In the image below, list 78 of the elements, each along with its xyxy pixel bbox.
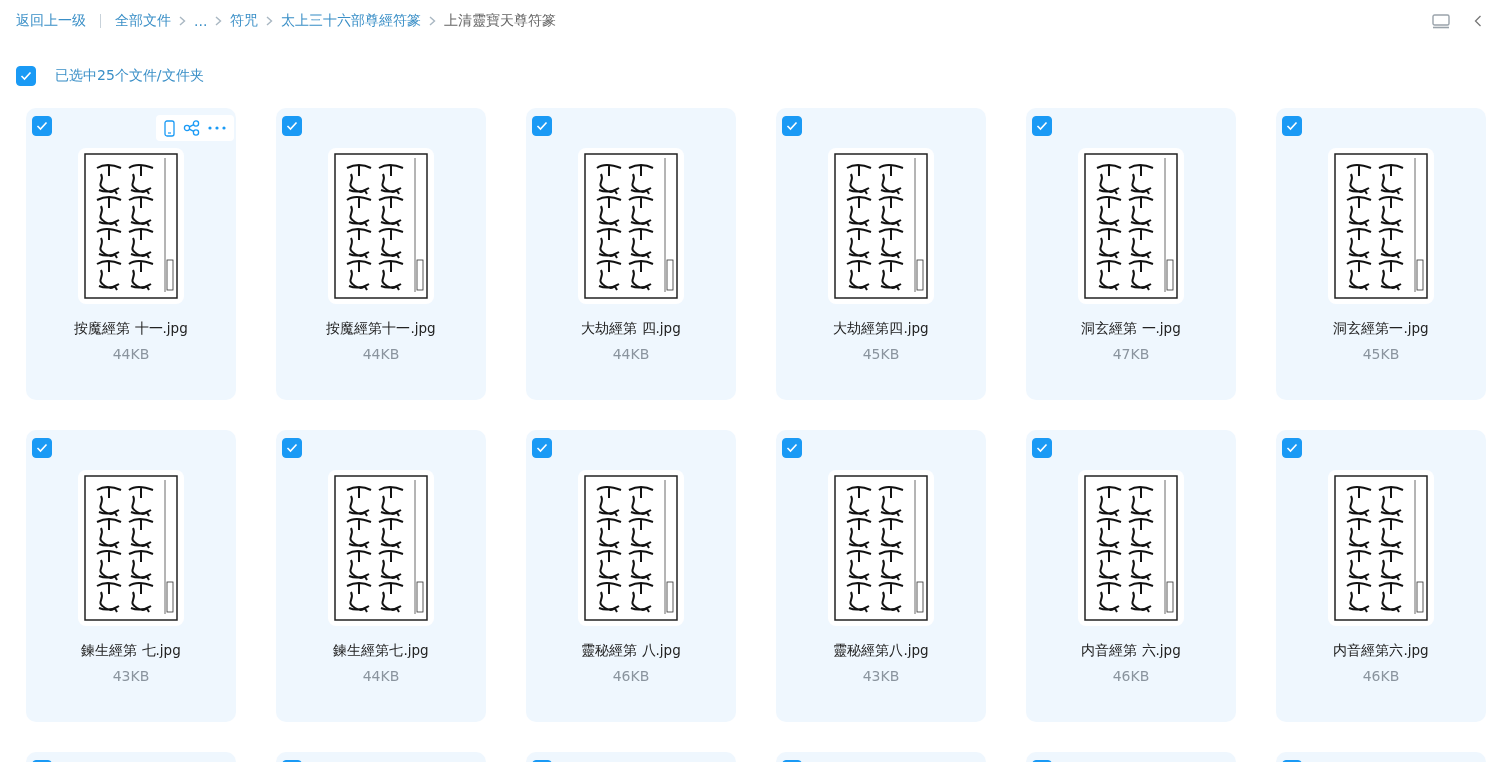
breadcrumb-link[interactable]: 全部文件 bbox=[115, 12, 171, 30]
file-checkbox[interactable] bbox=[1032, 116, 1052, 136]
file-card[interactable]: 按魔經第 十一.jpg 44KB bbox=[26, 108, 236, 400]
file-checkbox[interactable] bbox=[1282, 116, 1302, 136]
check-icon bbox=[536, 443, 548, 453]
phone-icon[interactable] bbox=[164, 119, 175, 137]
check-icon bbox=[20, 71, 32, 81]
file-size: 44KB bbox=[612, 346, 650, 362]
file-card[interactable]: 鍊生經第七.jpg 44KB bbox=[276, 430, 486, 722]
file-name: 内音經第 六.jpg bbox=[1081, 642, 1181, 660]
file-name: 大劫經第 四.jpg bbox=[581, 320, 681, 338]
file-size: 45KB bbox=[1362, 346, 1400, 362]
file-size: 46KB bbox=[612, 668, 650, 684]
file-name: 靈秘經第八.jpg bbox=[833, 642, 929, 660]
more-icon[interactable] bbox=[208, 126, 226, 130]
breadcrumb-link[interactable]: ... bbox=[194, 13, 208, 29]
file-card[interactable]: 按魔經第十一.jpg 44KB bbox=[276, 108, 486, 400]
file-card[interactable]: 大劫經第四.jpg 45KB bbox=[776, 108, 986, 400]
file-checkbox[interactable] bbox=[532, 116, 552, 136]
file-checkbox[interactable] bbox=[32, 438, 52, 458]
file-checkbox[interactable] bbox=[282, 438, 302, 458]
selection-count: 已选中25个文件/文件夹 bbox=[55, 67, 204, 85]
file-checkbox[interactable] bbox=[32, 116, 52, 136]
file-size: 45KB bbox=[862, 346, 900, 362]
monitor-icon[interactable] bbox=[1432, 13, 1450, 29]
check-icon bbox=[1036, 443, 1048, 453]
back-link[interactable]: 返回上一级 bbox=[16, 12, 86, 30]
file-card[interactable]: 靈秘經第八.jpg 43KB bbox=[776, 430, 986, 722]
file-card[interactable]: 内音經第六.jpg 46KB bbox=[1276, 430, 1486, 722]
file-checkbox[interactable] bbox=[1282, 438, 1302, 458]
check-icon bbox=[786, 443, 798, 453]
file-checkbox[interactable] bbox=[282, 116, 302, 136]
check-icon bbox=[536, 121, 548, 131]
breadcrumb-link[interactable]: 符咒 bbox=[230, 12, 259, 30]
check-icon bbox=[786, 121, 798, 131]
file-size: 44KB bbox=[112, 346, 150, 362]
file-size: 43KB bbox=[862, 668, 900, 684]
file-checkbox[interactable] bbox=[782, 116, 802, 136]
chevron-right-icon bbox=[429, 16, 437, 26]
file-name: 按魔經第十一.jpg bbox=[326, 320, 436, 338]
check-icon bbox=[286, 121, 298, 131]
file-checkbox[interactable] bbox=[532, 438, 552, 458]
file-card[interactable]: 洞玄經第 一.jpg 47KB bbox=[1026, 108, 1236, 400]
share-icon[interactable] bbox=[183, 120, 200, 136]
file-name: 靈秘經第 八.jpg bbox=[581, 642, 681, 660]
check-icon bbox=[36, 121, 48, 131]
file-size: 43KB bbox=[112, 668, 150, 684]
file-name: 洞玄經第一.jpg bbox=[1333, 320, 1429, 338]
file-card[interactable]: 内音經第 六.jpg 46KB bbox=[1026, 430, 1236, 722]
check-icon bbox=[1286, 443, 1298, 453]
file-name: 内音經第六.jpg bbox=[1333, 642, 1429, 660]
file-size: 44KB bbox=[362, 346, 400, 362]
chevron-right-icon bbox=[266, 16, 274, 26]
file-size: 47KB bbox=[1112, 346, 1150, 362]
chevron-right-icon bbox=[215, 16, 223, 26]
breadcrumb-link[interactable]: 上清靈寶天尊符篆 bbox=[444, 12, 557, 30]
file-checkbox[interactable] bbox=[782, 438, 802, 458]
check-icon bbox=[1286, 121, 1298, 131]
file-name: 大劫經第四.jpg bbox=[833, 320, 929, 338]
file-size: 46KB bbox=[1362, 668, 1400, 684]
breadcrumb-link[interactable]: 太上三十六部尊經符篆 bbox=[281, 12, 422, 30]
file-card[interactable]: 洞玄經第一.jpg 45KB bbox=[1276, 108, 1486, 400]
file-card[interactable]: 靈秘經第 八.jpg 46KB bbox=[526, 430, 736, 722]
file-name: 洞玄經第 一.jpg bbox=[1081, 320, 1181, 338]
chevron-left-icon[interactable] bbox=[1474, 15, 1482, 27]
file-size: 46KB bbox=[1112, 668, 1150, 684]
check-icon bbox=[1036, 121, 1048, 131]
check-icon bbox=[36, 443, 48, 453]
file-name: 按魔經第 十一.jpg bbox=[74, 320, 188, 338]
file-size: 44KB bbox=[362, 668, 400, 684]
file-checkbox[interactable] bbox=[1032, 438, 1052, 458]
file-card[interactable]: 大劫經第 四.jpg 44KB bbox=[526, 108, 736, 400]
check-icon bbox=[286, 443, 298, 453]
file-name: 鍊生經第 七.jpg bbox=[81, 642, 181, 660]
chevron-right-icon bbox=[179, 16, 186, 26]
file-name: 鍊生經第七.jpg bbox=[333, 642, 429, 660]
file-card[interactable]: 鍊生經第 七.jpg 43KB bbox=[26, 430, 236, 722]
select-all-checkbox[interactable] bbox=[16, 66, 36, 86]
